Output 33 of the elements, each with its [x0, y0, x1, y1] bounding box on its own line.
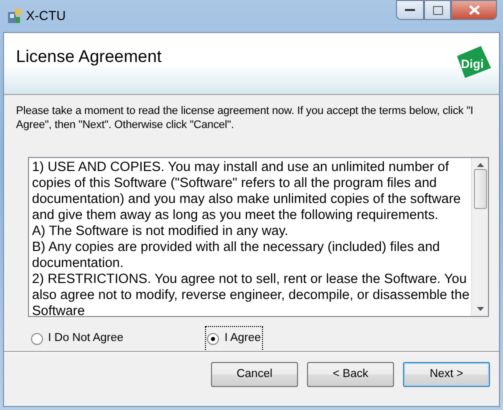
- minimize-icon: [405, 8, 415, 12]
- license-text-line: copies of this Software ("Software" refers to all the program files and: [32, 175, 438, 191]
- instruction-text: Please take a moment to read the license agreement now. If you accept the terms below, click "I Agree", then "Next". Otherwise click "Cancel".: [15, 104, 474, 133]
- app-icon: [6, 8, 22, 24]
- license-text-line: B) Any copies are provided with all the necessary (included) files and: [32, 239, 441, 255]
- license-text-line: also agree not to modify, reverse engineer, decompile, or disassemble the: [32, 287, 468, 303]
- window-title: X-CTU: [26, 7, 66, 26]
- scrollbar[interactable]: [471, 158, 488, 316]
- scroll-up-icon[interactable]: [476, 163, 484, 167]
- license-text-line: 1) USE AND COPIES. You may install and use an unlimited number of: [32, 159, 450, 175]
- scrollbar-thumb[interactable]: [474, 169, 486, 209]
- license-text-line: 2) RESTRICTIONS. You agree not to sell, rent or lease the Software. You: [32, 271, 468, 287]
- dialog-button[interactable]: < Back: [307, 362, 394, 387]
- license-text-line: documentation) and you may also make unlimited copies of the software: [32, 191, 462, 207]
- scroll-down-icon[interactable]: [476, 307, 484, 311]
- dialog-button[interactable]: Cancel: [211, 362, 298, 387]
- radio-button[interactable]: [207, 333, 220, 345]
- radio-button[interactable]: [31, 333, 43, 345]
- license-text-line: A) The Software is not modified in any way.: [32, 223, 290, 239]
- radio-option[interactable]: I Do Not Agree: [30, 327, 124, 351]
- dialog-button[interactable]: Next >: [403, 362, 490, 387]
- license-text-line: documentation.: [32, 255, 125, 271]
- close-button[interactable]: [451, 0, 497, 20]
- maximize-icon: [432, 6, 442, 14]
- maximize-button[interactable]: [424, 0, 451, 20]
- logo: Digi: [455, 46, 491, 78]
- close-icon: [468, 5, 480, 15]
- license-text-box[interactable]: [28, 157, 489, 317]
- minimize-button[interactable]: [396, 0, 424, 20]
- radio-option[interactable]: I Agree: [206, 327, 262, 351]
- page-title: License Agreement: [16, 46, 162, 68]
- license-text-line: and give them away as long as you meet the following requirements.: [32, 207, 440, 223]
- license-text-line: Software: [32, 303, 86, 316]
